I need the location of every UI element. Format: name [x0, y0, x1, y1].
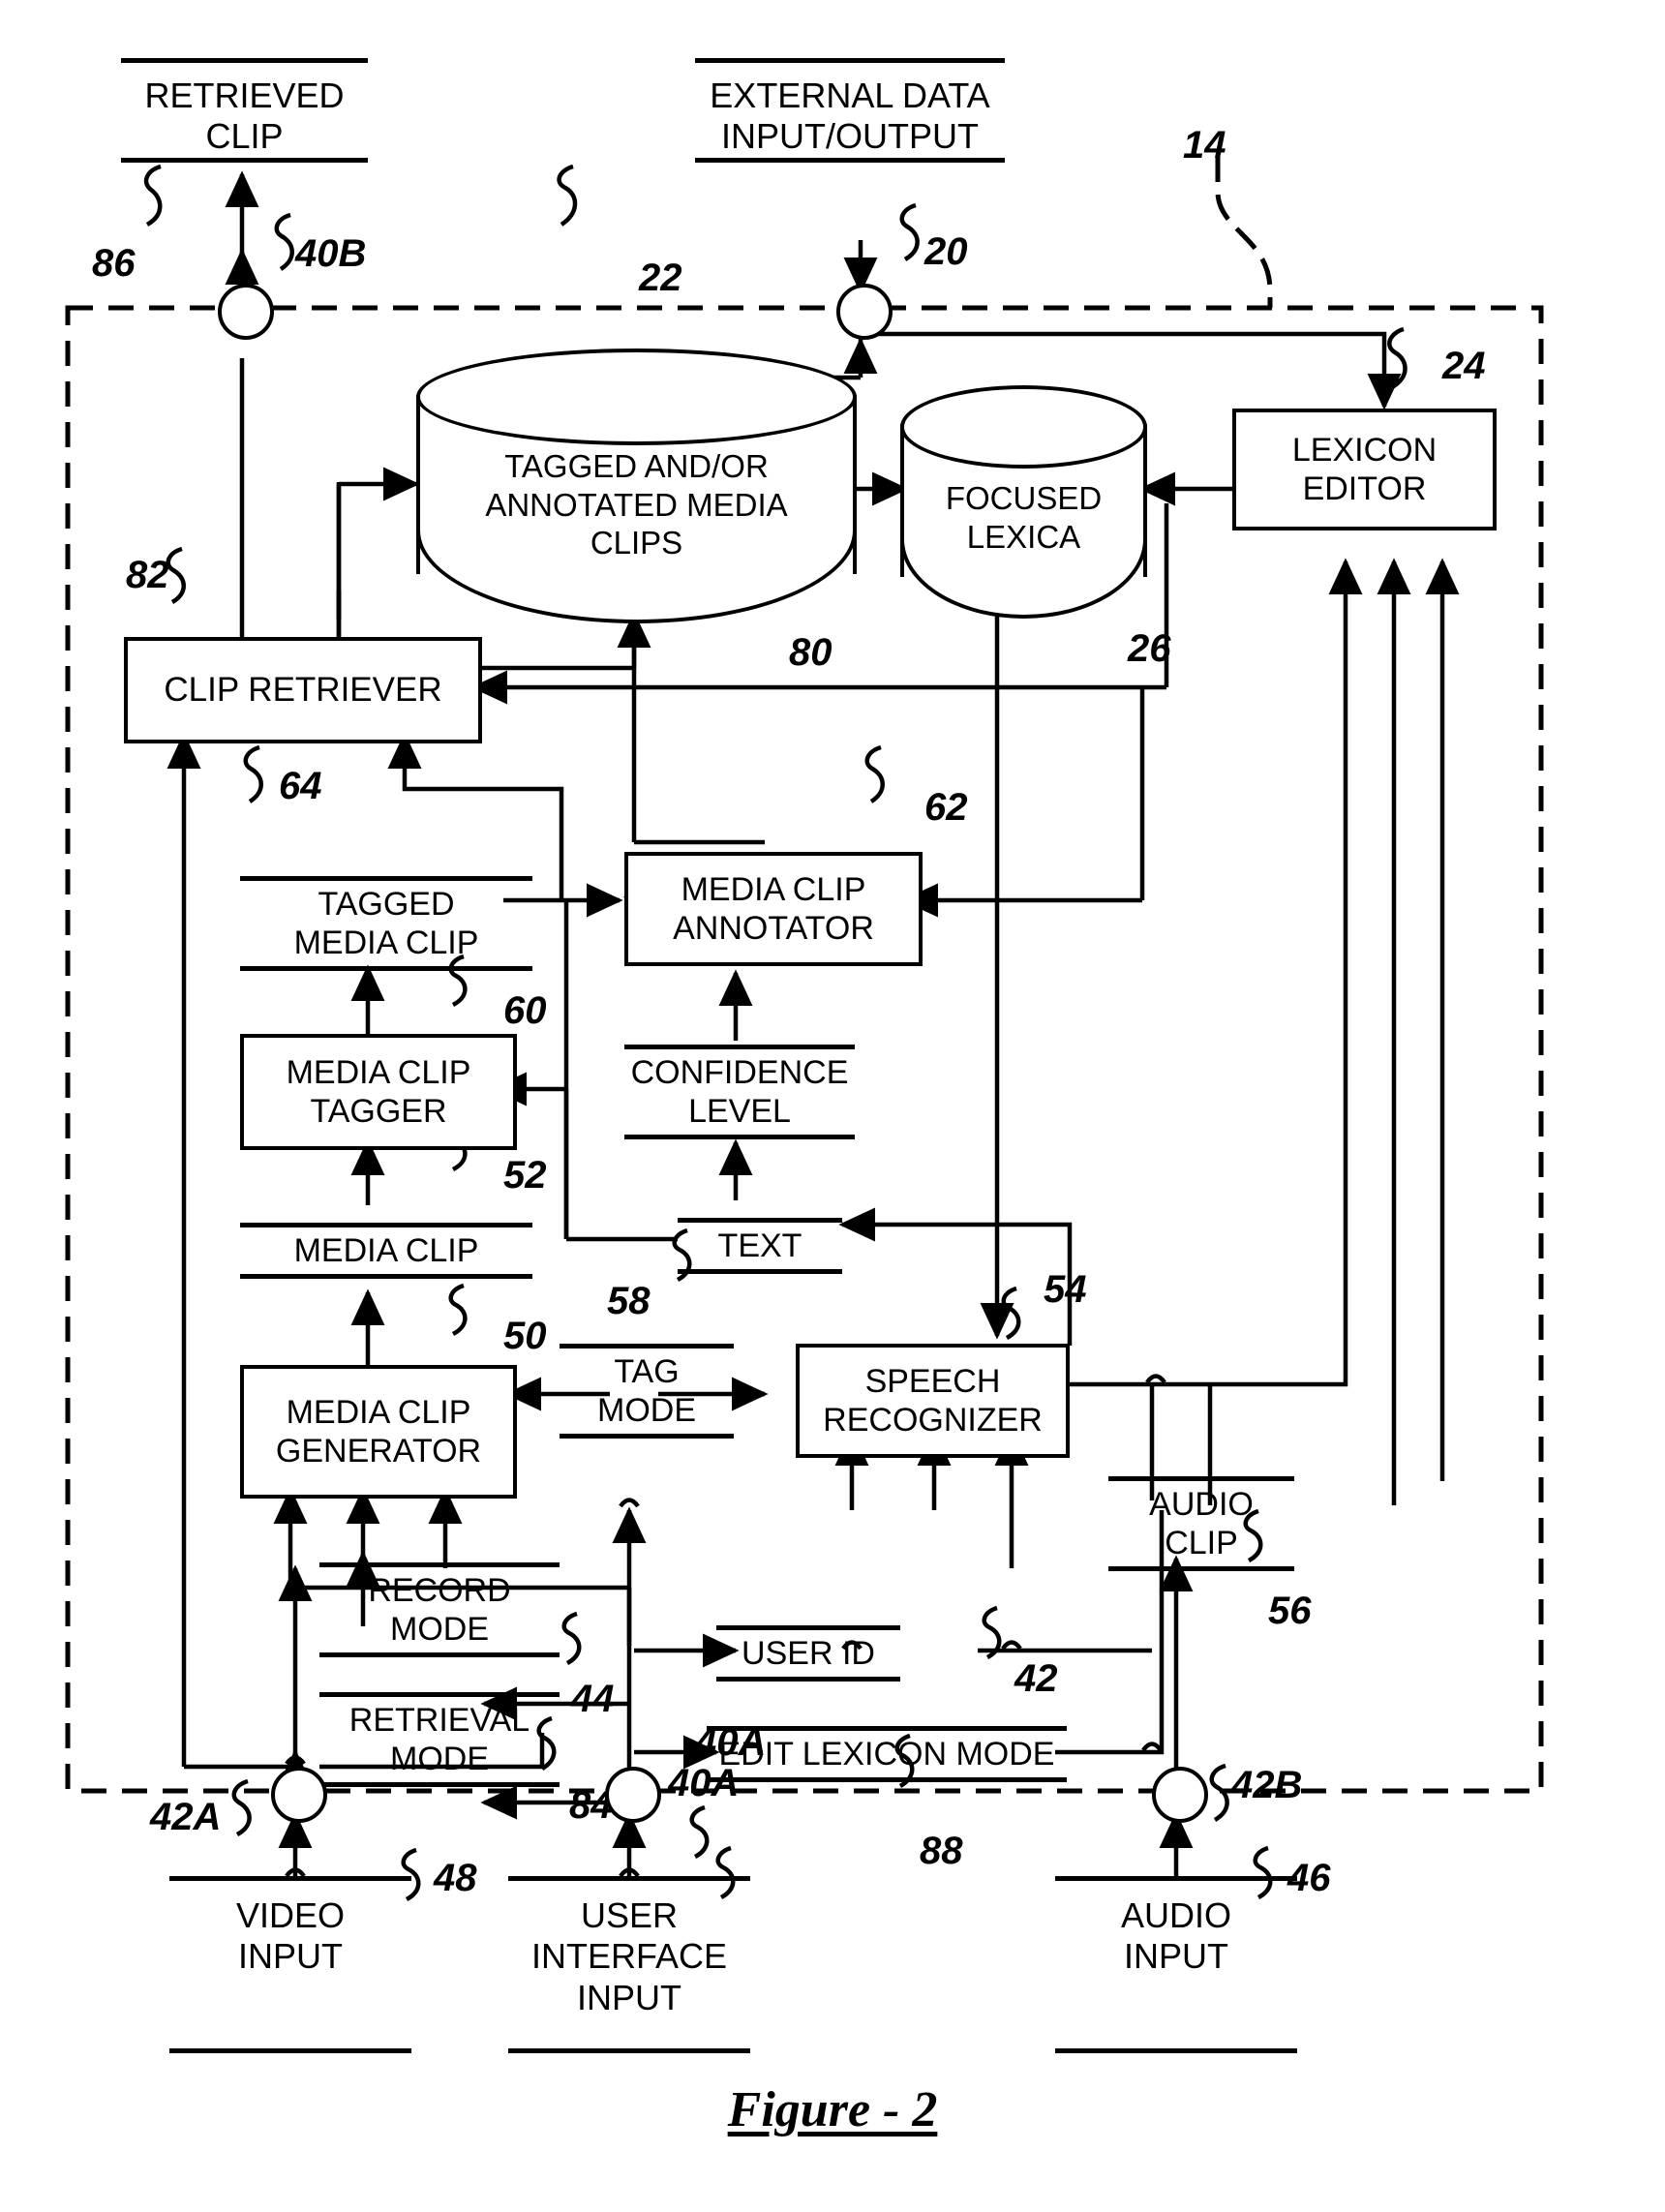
ref-58: 58 [607, 1280, 651, 1322]
media-clip-generator-label: MEDIA CLIP GENERATOR [275, 1393, 482, 1470]
ref-80: 80 [789, 631, 832, 674]
db-tagged-annotated-label: TAGGED AND/OR ANNOTATED MEDIA CLIPS [485, 448, 788, 561]
db-focused-lexica: FOCUSED LEXICA [900, 385, 1147, 619]
ref-20: 20 [924, 230, 968, 273]
module-speech-recognizer[interactable]: SPEECH RECOGNIZER [796, 1344, 1070, 1458]
signal-record-mode: RECORD MODE [319, 1557, 560, 1663]
video-input-label: VIDEO INPUT [235, 1895, 346, 1977]
ref-42a: 42A [150, 1796, 222, 1838]
audio-input-rule-bottom [1055, 2048, 1297, 2053]
ref-54: 54 [1044, 1268, 1087, 1311]
module-media-clip-annotator[interactable]: MEDIA CLIP ANNOTATOR [624, 852, 923, 966]
ref-42: 42 [1014, 1657, 1058, 1700]
junction-node-42a [271, 1767, 327, 1823]
signal-tagged-media-clip: TAGGED MEDIA CLIP [240, 876, 532, 971]
ref-40a: 40A [668, 1762, 740, 1804]
external-data-io-label: EXTERNAL DATA INPUT/OUTPUT [710, 76, 990, 157]
external-data-io-bottom-rule [695, 158, 1005, 163]
ref-14: 14 [1183, 124, 1226, 167]
signal-audio-clip: AUDIO CLIP [1108, 1470, 1294, 1578]
signal-user-id: USER ID [716, 1615, 900, 1692]
ref-56: 56 [1268, 1590, 1312, 1632]
external-data-io-top-rule [695, 58, 1005, 63]
retrieved-clip-top-rule [121, 58, 368, 63]
ref-40a-leader: 40A [695, 1721, 767, 1764]
signal-retrieval-mode: RETRIEVAL MODE [319, 1686, 560, 1793]
signal-text: TEXT [678, 1203, 842, 1288]
retrieved-clip-label: RETRIEVED CLIP [144, 76, 345, 157]
retrieved-clip-bottom-rule [121, 158, 368, 163]
ref-44: 44 [571, 1678, 615, 1720]
patent-figure: RETRIEVED CLIP EXTERNAL DATA INPUT/OUTPU… [0, 0, 1665, 2212]
ref-88: 88 [920, 1830, 963, 1872]
user-interface-input-rule [508, 1876, 750, 1881]
user-id-label: USER ID [742, 1634, 875, 1672]
retrieval-mode-label: RETRIEVAL MODE [348, 1701, 530, 1777]
db-tagged-annotated-media-clips: TAGGED AND/OR ANNOTATED MEDIA CLIPS [416, 348, 857, 623]
figure-caption: Figure - 2 [727, 2082, 938, 2137]
lexicon-editor-label: LEXICON EDITOR [1291, 431, 1438, 507]
audio-input-label: AUDIO INPUT [1120, 1895, 1231, 1977]
ref-46: 46 [1287, 1857, 1331, 1899]
junction-node-40a [605, 1767, 661, 1823]
confidence-level-label: CONFIDENCE LEVEL [630, 1053, 849, 1130]
signal-tag-mode: TAG MODE [560, 1338, 734, 1444]
module-media-clip-tagger[interactable]: MEDIA CLIP TAGGER [240, 1034, 517, 1150]
ref-24: 24 [1442, 345, 1486, 387]
text-label: TEXT [717, 1227, 802, 1264]
ref-42b: 42B [1231, 1764, 1303, 1806]
junction-node-20 [836, 284, 893, 340]
ref-82: 82 [126, 554, 169, 596]
tagged-media-clip-label: TAGGED MEDIA CLIP [293, 885, 479, 961]
ref-60: 60 [503, 989, 547, 1032]
ref-52: 52 [503, 1154, 547, 1197]
ref-48: 48 [434, 1857, 477, 1899]
ref-62: 62 [924, 786, 968, 829]
signal-media-clip: MEDIA CLIP [240, 1208, 532, 1293]
record-mode-extra-rule [319, 1653, 560, 1655]
module-clip-retriever[interactable]: CLIP RETRIEVER [124, 637, 482, 743]
junction-node-40b [218, 284, 274, 340]
junction-node-42b [1152, 1767, 1208, 1823]
tag-mode-label: TAG MODE [597, 1352, 696, 1429]
ref-26: 26 [1128, 627, 1171, 670]
video-input-rule [169, 1876, 411, 1881]
ref-40b: 40B [295, 232, 367, 275]
video-input-rule-bottom [169, 2048, 411, 2053]
media-clip-tagger-label: MEDIA CLIP TAGGER [286, 1053, 471, 1130]
media-clip-label: MEDIA CLIP [293, 1231, 479, 1269]
speech-recognizer-label: SPEECH RECOGNIZER [823, 1362, 1043, 1439]
record-mode-label: RECORD MODE [368, 1571, 511, 1648]
clip-retriever-label: CLIP RETRIEVER [164, 671, 442, 710]
audio-clip-label: AUDIO CLIP [1149, 1485, 1254, 1561]
media-clip-annotator-label: MEDIA CLIP ANNOTATOR [673, 870, 874, 947]
user-interface-input-rule-bottom [508, 2048, 750, 2053]
audio-input-rule [1055, 1876, 1297, 1881]
ref-64: 64 [279, 765, 322, 807]
signal-confidence-level: CONFIDENCE LEVEL [624, 1044, 855, 1140]
ref-22: 22 [639, 257, 682, 299]
db-focused-lexica-label: FOCUSED LEXICA [945, 480, 1103, 555]
user-interface-input-label: USER INTERFACE INPUT [530, 1895, 728, 2017]
module-media-clip-generator[interactable]: MEDIA CLIP GENERATOR [240, 1365, 517, 1499]
module-lexicon-editor[interactable]: LEXICON EDITOR [1232, 409, 1497, 530]
ref-86: 86 [92, 242, 136, 285]
ref-50: 50 [503, 1315, 547, 1357]
